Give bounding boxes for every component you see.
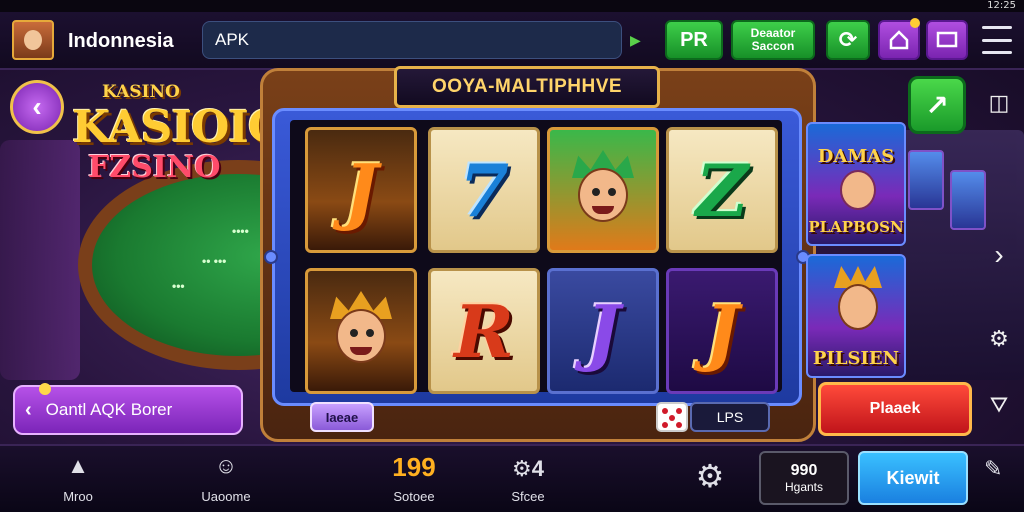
region-label: Indonnesia [68, 30, 174, 52]
table-marking: ••• [172, 279, 185, 293]
king-face-icon [326, 291, 396, 371]
gear-icon: ⚙ [512, 456, 532, 481]
avatar[interactable] [12, 20, 54, 60]
dice-icon[interactable] [656, 402, 688, 432]
nav-item-mroo[interactable]: ▲ Mroo [38, 453, 118, 505]
home-icon[interactable] [878, 18, 920, 60]
logo-line-1: KASINO [102, 82, 180, 102]
nav-item-sotoee[interactable]: 199 Sotoee [374, 454, 454, 504]
game-card-title: PILSIEN [812, 348, 900, 369]
reel-symbol-jester [547, 127, 659, 253]
game-card-damas[interactable]: DAMAS PLAPBOSN [806, 122, 906, 246]
chevron-right-icon[interactable]: › [984, 239, 1014, 270]
stat-label: Hgants [784, 480, 824, 494]
character-face-icon [840, 170, 876, 210]
game-card-pilsien[interactable]: PILSIEN [806, 254, 906, 378]
jester-face-icon [568, 150, 638, 230]
sparkle-icon [39, 383, 51, 395]
reel-symbol: Z [666, 127, 778, 253]
back-button[interactable]: ‹ [10, 80, 64, 134]
bet-selector[interactable]: Iaeae [310, 402, 374, 432]
chevron-left-icon: ‹ [25, 398, 32, 421]
gear-icon[interactable]: ⚙ [690, 456, 730, 496]
edit-icon[interactable]: ✎ [984, 456, 1014, 486]
rotate-screen-icon[interactable]: ◫ [984, 88, 1014, 118]
deposit-button[interactable]: Deaator Saccon [731, 20, 815, 60]
reel-symbol: J [666, 268, 778, 394]
status-time: 12:25 [987, 0, 1016, 11]
cta-button[interactable]: Kiewit [858, 451, 968, 505]
nav-value: ⚙4 [512, 456, 544, 481]
reel-symbol: J [547, 268, 659, 394]
reel-symbol: 7 [428, 127, 540, 253]
user-icon: ☺ [214, 453, 238, 478]
nav-item-sfcee[interactable]: ⚙4 Sfcee [488, 454, 568, 504]
nav-value: 199 [392, 452, 436, 482]
reel-knob-left [264, 250, 278, 264]
game-card-title: DAMAS [817, 146, 895, 167]
menu-icon[interactable] [982, 26, 1012, 54]
screen-icon[interactable] [926, 20, 968, 60]
game-card-subtitle: PLAPBOSN [808, 218, 904, 236]
reel-symbol: J [305, 127, 417, 253]
search-input[interactable] [202, 21, 622, 59]
logo-line-2: KASIOIO [72, 102, 286, 153]
promo-button[interactable]: ‹ Oantl AQK Borer [13, 383, 243, 435]
lounge-chairs [0, 140, 80, 380]
refresh-icon[interactable]: ⟳ [826, 20, 870, 60]
nav-label: Sfcee [511, 489, 545, 504]
settings-icon[interactable]: ⚙ [984, 324, 1014, 354]
notification-dot [910, 18, 920, 28]
place-button[interactable]: Plaaek [818, 382, 972, 436]
expand-icon[interactable]: ↗ [908, 76, 966, 134]
promo-button-label: Oantl AQK Borer [45, 400, 173, 419]
table-marking: •• ••• [202, 254, 227, 268]
pr-button[interactable]: PR [665, 20, 723, 60]
character-face-icon [838, 284, 878, 330]
reel-symbol: R [428, 268, 540, 394]
thumbs-up-icon: ▲ [67, 453, 89, 478]
joystick-icon[interactable]: ⛛ [984, 390, 1014, 420]
nav-label: Sotoee [393, 489, 435, 504]
stat-value: 990 [790, 462, 818, 479]
stat-box[interactable]: 990 Hgants [759, 451, 849, 505]
logo-line-3: FZSINO [88, 150, 221, 185]
lines-selector[interactable]: LPS [690, 402, 770, 432]
casino-logo: KASINO KASIOIO FZSINO [72, 82, 286, 192]
nav-label: Uaoome [201, 489, 251, 504]
machine-title: OOYA-MALTIPHHVE [394, 66, 660, 108]
status-bar: 12:25 [0, 0, 1024, 12]
table-marking: •••• [232, 224, 249, 238]
reel-symbol-king [305, 268, 417, 394]
nav-item-uaoome[interactable]: ☺ Uaoome [186, 453, 266, 505]
nav-label: Mroo [63, 489, 93, 504]
search-go-icon[interactable]: ▶ [630, 32, 641, 49]
